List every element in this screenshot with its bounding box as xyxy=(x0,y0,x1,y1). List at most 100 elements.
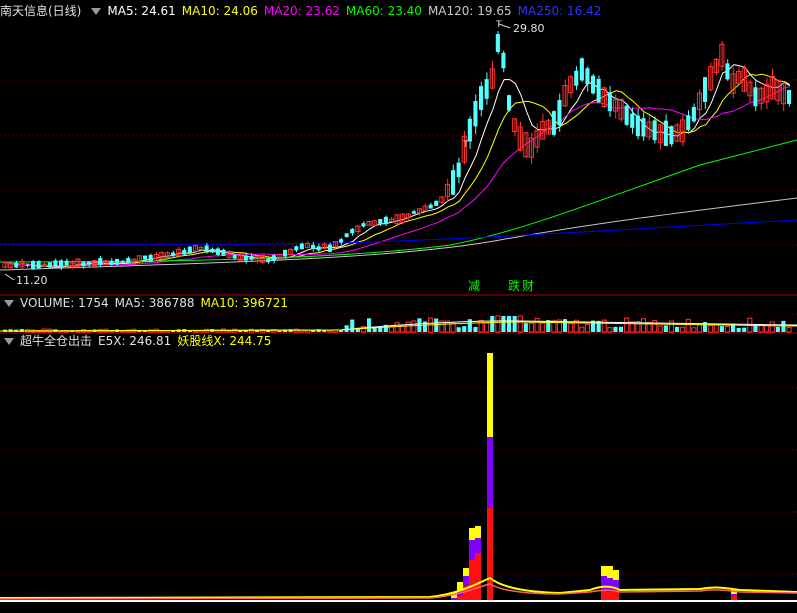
candle-body-down xyxy=(283,249,288,257)
candle-body-down xyxy=(126,257,131,263)
volume-bar xyxy=(512,316,517,332)
volume-bar xyxy=(367,318,372,332)
volume-bar xyxy=(769,321,775,333)
ma10-line xyxy=(5,73,791,267)
volume-bar xyxy=(400,325,406,333)
candle-body-down xyxy=(557,100,562,126)
volume-bar xyxy=(159,330,165,333)
volume-bar xyxy=(238,330,243,332)
candle-body-down xyxy=(479,86,484,110)
candle-body-down xyxy=(171,252,176,257)
volume-bar xyxy=(344,325,349,332)
candle-body-down xyxy=(339,239,344,243)
volume-bar xyxy=(540,322,546,333)
stock-chart: { "title": "南天信息(日线)", "price_panel": { … xyxy=(0,0,797,613)
candle-body-down xyxy=(64,260,69,266)
volume-bar xyxy=(534,317,540,333)
indicator-bar-red xyxy=(601,590,607,600)
volume-bar xyxy=(394,322,400,333)
volume-bar xyxy=(192,330,198,333)
candle-body-down xyxy=(316,246,321,251)
candle-body-down xyxy=(109,260,114,266)
volume-bar xyxy=(490,316,495,332)
candle-body-down xyxy=(327,244,332,252)
volume-bar xyxy=(478,319,484,333)
volume-bar xyxy=(713,324,719,333)
volume-bar xyxy=(456,327,461,332)
indicator-bar-purple xyxy=(731,594,737,596)
candle-body-down xyxy=(473,101,478,127)
candle-body-down xyxy=(344,233,349,237)
volume-bar xyxy=(691,327,697,333)
candle-body-down xyxy=(434,200,439,206)
candle-body-down xyxy=(579,58,584,81)
indicator-bar-yellow xyxy=(463,568,469,576)
candle-body-down xyxy=(484,79,489,99)
volume-bar xyxy=(568,322,574,333)
candle-body-down xyxy=(31,261,36,270)
yao-line xyxy=(0,576,797,599)
volume-bar xyxy=(640,318,647,333)
volume-bar xyxy=(719,326,724,332)
volume-bar xyxy=(675,326,680,332)
low-price-label: 11.20 xyxy=(16,274,48,287)
indicator-bar-yellow xyxy=(475,526,481,538)
candle-body-down xyxy=(204,245,209,253)
indicator-bar-red xyxy=(613,592,619,600)
ma5-line xyxy=(5,64,791,268)
indicator-bar-red xyxy=(487,508,493,600)
volume-bar xyxy=(624,317,630,333)
volume-bar xyxy=(657,325,663,333)
candle-body-down xyxy=(14,262,19,268)
indicator-bar-red xyxy=(607,592,613,600)
volume-bar xyxy=(696,324,703,333)
candle-body-down xyxy=(143,255,148,260)
candle-body-down xyxy=(221,249,226,256)
indicator-bar-purple xyxy=(487,437,493,508)
candle-body-down xyxy=(361,223,366,227)
candle-body-down xyxy=(271,255,276,261)
volume-bar xyxy=(327,330,333,333)
candle-body-down xyxy=(187,246,192,254)
candle-body-down xyxy=(25,264,30,266)
candle-body-down xyxy=(467,118,472,142)
candle-body-down xyxy=(148,254,153,261)
marker-t: T xyxy=(495,20,502,30)
marker-die: 跌 xyxy=(508,278,520,293)
marker-cai: 财 xyxy=(522,279,534,293)
candle-body-down xyxy=(266,258,271,263)
candle-body-down xyxy=(182,249,187,255)
candle-body-down xyxy=(495,34,500,52)
indicator-bar-yellow xyxy=(607,566,613,578)
candle-body-down xyxy=(120,260,125,263)
indicator-bar-purple xyxy=(463,576,469,586)
candle-body-down xyxy=(501,52,506,69)
volume-bar xyxy=(607,327,613,333)
indicator-bar-yellow xyxy=(469,528,475,540)
candle-body-down xyxy=(232,254,237,259)
low-price-pointer xyxy=(4,273,15,281)
candle-body-down xyxy=(53,260,58,267)
candle-body-down xyxy=(451,170,456,195)
candle-body-down xyxy=(299,243,304,250)
candle-body-down xyxy=(669,126,674,145)
ma60-line xyxy=(0,139,797,263)
candle-body-down xyxy=(378,218,383,225)
ma20-line xyxy=(5,86,790,267)
candle-body-down xyxy=(686,115,691,131)
candle-body-down xyxy=(652,120,657,141)
volume-bar xyxy=(507,316,512,332)
candle-body-down xyxy=(87,261,92,265)
indicator-bar-red xyxy=(469,560,475,600)
volume-bar xyxy=(786,326,792,333)
indicator-bar-yellow xyxy=(487,353,493,437)
volume-bar xyxy=(579,326,585,333)
candle-body-down xyxy=(753,87,758,107)
candle-body-down xyxy=(411,211,416,214)
volume-bar xyxy=(462,326,467,332)
volume-bar xyxy=(781,320,786,332)
candle-body-down xyxy=(725,63,730,80)
indicator-lines xyxy=(0,576,797,602)
moving-average-lines xyxy=(0,64,797,271)
candle-body-down xyxy=(215,248,220,255)
